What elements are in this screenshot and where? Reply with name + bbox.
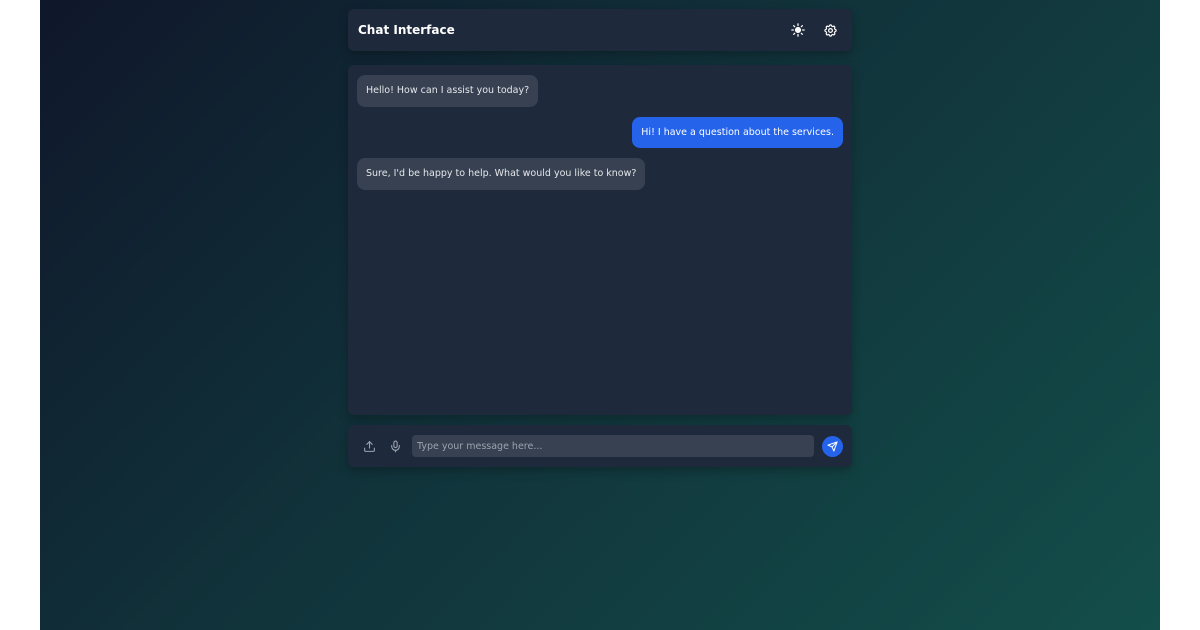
message-composer <box>348 425 852 467</box>
send-icon <box>827 440 838 452</box>
send-button[interactable] <box>822 435 843 457</box>
settings-button[interactable] <box>820 20 840 40</box>
message-input[interactable] <box>412 435 814 457</box>
message-list[interactable]: Hello! How can I assist you today? Hi! I… <box>348 65 852 415</box>
header-actions <box>788 20 842 40</box>
background: Chat Interface Hello! How can I assist y… <box>40 0 1160 630</box>
theme-toggle-button[interactable] <box>788 20 808 40</box>
user-message: Hi! I have a question about the services… <box>632 116 843 148</box>
page-title: Chat Interface <box>358 23 455 37</box>
gear-icon <box>823 23 837 37</box>
bot-message: Hello! How can I assist you today? <box>357 75 539 107</box>
upload-icon <box>363 440 375 452</box>
bot-message: Sure, I'd be happy to help. What would y… <box>357 158 646 190</box>
microphone-button[interactable] <box>386 436 404 456</box>
upload-button[interactable] <box>360 436 378 456</box>
chat-header: Chat Interface <box>348 9 852 51</box>
sun-icon <box>791 23 805 37</box>
chat-app: Chat Interface Hello! How can I assist y… <box>348 9 852 467</box>
microphone-icon <box>390 440 400 452</box>
